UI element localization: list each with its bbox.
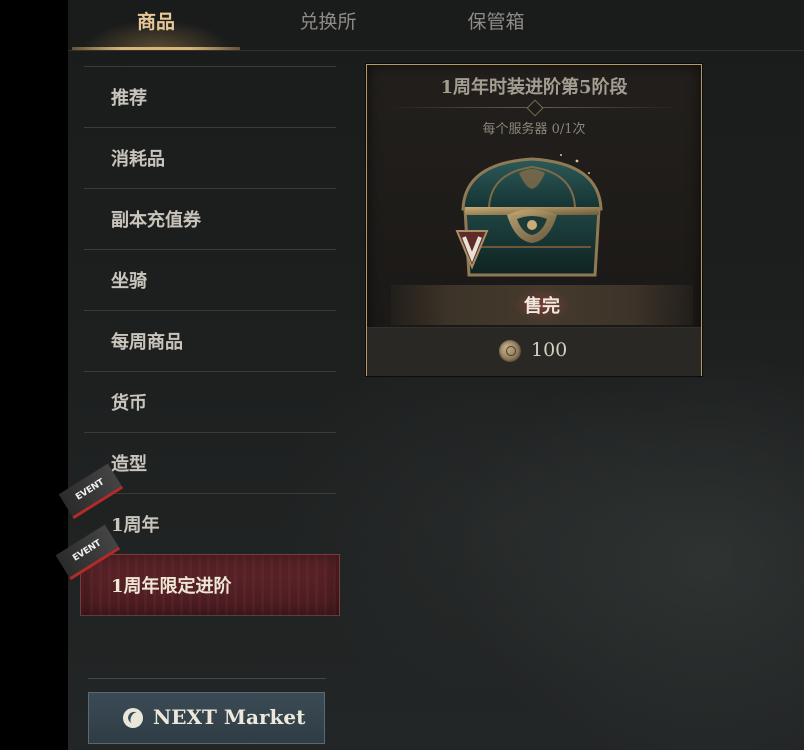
active-tab-underline	[72, 47, 240, 50]
sold-out-banner: 售完	[391, 285, 693, 325]
price-row: 100	[367, 327, 701, 376]
purchase-limit: 每个服务器 0/1次	[482, 122, 586, 137]
sidebar-item-label: 副本充值券	[111, 210, 201, 231]
tab-exchange[interactable]: 兑换所	[268, 0, 388, 50]
sidebar-item-label: 货币	[111, 393, 147, 414]
sidebar-divider	[88, 678, 326, 679]
sidebar-item-dungeon-tickets[interactable]: 副本充值券	[84, 188, 336, 250]
sidebar-item-consumables[interactable]: 消耗品	[84, 127, 336, 189]
sidebar-item-anniversary[interactable]: EVENT 1周年	[58, 463, 336, 555]
sidebar-item-label: 每周商品	[111, 332, 183, 353]
sidebar-item-recommended[interactable]: 推荐	[84, 66, 336, 128]
left-black-area	[0, 0, 68, 750]
sidebar-item-label: 消耗品	[111, 149, 165, 170]
next-market-label: NEXT Market	[153, 705, 306, 729]
sidebar-item-label: 1周年限定进阶	[111, 576, 232, 597]
sidebar-item-appearance[interactable]: 造型	[84, 432, 336, 494]
sidebar-item-label: 造型	[111, 454, 147, 475]
next-market-icon	[123, 708, 143, 728]
tab-storage[interactable]: 保管箱	[436, 0, 556, 50]
product-title: 1周年时装进阶第5阶段	[440, 77, 628, 98]
tab-goods[interactable]: 商品	[72, 0, 240, 50]
next-market-button[interactable]: NEXT Market	[88, 692, 325, 744]
sold-out-label: 售完	[514, 290, 570, 320]
divider-ornament	[526, 99, 544, 117]
treasure-chest-icon	[455, 154, 603, 277]
category-sidebar: 推荐 消耗品 副本充值券 坐骑 每周商品 货币 造型 EVENT 1周年 EVE…	[55, 66, 340, 616]
coin-icon	[499, 340, 521, 362]
sidebar-item-mounts[interactable]: 坐骑	[84, 249, 336, 311]
sidebar-item-anniversary-limited[interactable]: EVENT 1周年限定进阶	[55, 524, 340, 616]
sidebar-item-currency[interactable]: 货币	[84, 371, 336, 433]
product-card[interactable]: 1周年时装进阶第5阶段 每个服务器 0/1次 售完 100	[366, 64, 702, 376]
sidebar-item-label: 1周年	[111, 515, 160, 536]
sidebar-item-weekly[interactable]: 每周商品	[84, 310, 336, 372]
top-tab-bar: 商品 兑换所 保管箱	[68, 0, 804, 51]
price-value: 100	[531, 339, 568, 361]
sidebar-item-label: 推荐	[111, 88, 147, 109]
sidebar-item-label: 坐骑	[111, 271, 147, 292]
shop-screen: 商品 兑换所 保管箱 推荐 消耗品 副本充值券 坐骑 每周商品 货币 造型 EV…	[0, 0, 804, 750]
